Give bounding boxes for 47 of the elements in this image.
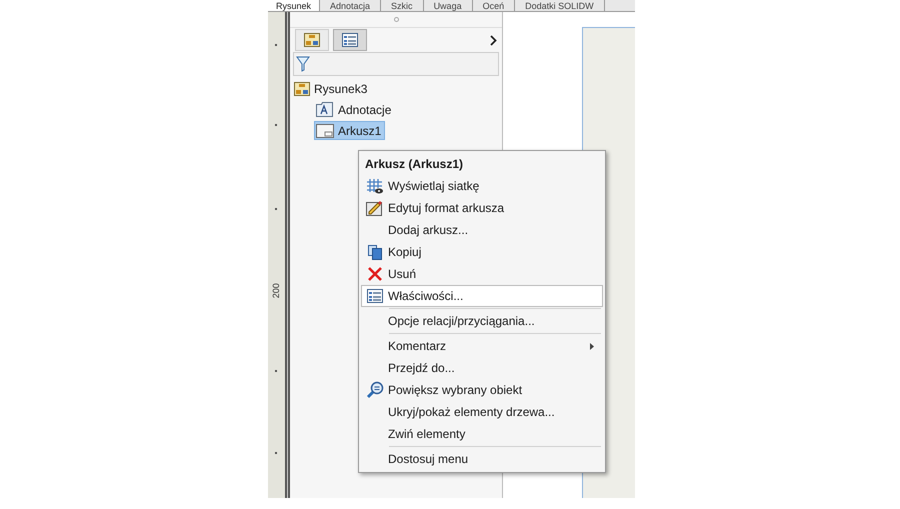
ribbon-tab[interactable]: Adnotacja	[320, 0, 382, 11]
grid-eye-icon	[366, 178, 384, 194]
menu-item[interactable]: Wyświetlaj siatkę	[361, 175, 603, 197]
menu-item[interactable]: Właściwości...	[361, 285, 603, 307]
chevron-icon[interactable]	[490, 34, 497, 46]
menu-item[interactable]: Opcje relacji/przyciągania...	[361, 310, 603, 332]
panel-tab[interactable]	[333, 29, 367, 51]
menu-item[interactable]: Usuń	[361, 263, 603, 285]
menu-item[interactable]: Powiększ wybrany obiekt	[361, 379, 603, 401]
list-icon	[367, 289, 383, 303]
ribbon-tab[interactable]: Dodatki SOLIDW	[515, 0, 605, 11]
menu-title: Arkusz (Arkusz1)	[364, 156, 464, 173]
menu-item[interactable]: Dostosuj menu	[361, 448, 603, 470]
menu-item[interactable]: Zwiń elementy	[361, 423, 603, 445]
menu-item[interactable]: Przejdź do...	[361, 357, 603, 379]
folder-icon	[316, 102, 334, 117]
menu-item[interactable]: Edytuj format arkusza	[361, 197, 603, 219]
x-icon	[367, 266, 383, 282]
pencil-icon	[366, 200, 384, 216]
ruler-tick	[275, 44, 277, 46]
ruler-tick	[275, 370, 277, 372]
ribbon-tab[interactable]: Rysunek	[268, 0, 320, 11]
sheet-icon	[316, 124, 334, 138]
submenu-arrow-icon	[590, 342, 594, 350]
ribbon-tab[interactable]: Oceń	[472, 0, 516, 11]
filter-icon	[296, 56, 310, 72]
ruler-tick	[275, 452, 277, 454]
copy-icon	[367, 244, 383, 260]
menu-item[interactable]: Komentarz	[361, 335, 603, 357]
menu-item[interactable]: Ukryj/pokaż elementy drzewa...	[361, 401, 603, 423]
menu-item[interactable]: Kopiuj	[361, 241, 603, 263]
ruler-tick	[275, 208, 277, 210]
magnifier-icon	[366, 381, 384, 399]
filter-field[interactable]	[293, 52, 499, 76]
menu-item[interactable]: Dodaj arkusz...	[361, 219, 603, 241]
ribbon-tab[interactable]: Szkic	[381, 0, 424, 11]
drawing-icon	[294, 82, 310, 96]
ruler-tick	[275, 124, 277, 126]
tree-icon	[304, 33, 320, 47]
tree-item[interactable]: Adnotacje	[314, 100, 396, 119]
drag-handle-icon[interactable]	[394, 17, 398, 22]
panel-tab[interactable]	[295, 29, 329, 51]
ribbon-tab[interactable]: Uwaga	[424, 0, 473, 11]
list-icon	[342, 33, 358, 47]
tree-item[interactable]: Arkusz1	[314, 121, 386, 140]
ruler-label: 200	[270, 283, 282, 298]
tree-item[interactable]: Rysunek3	[292, 79, 372, 98]
